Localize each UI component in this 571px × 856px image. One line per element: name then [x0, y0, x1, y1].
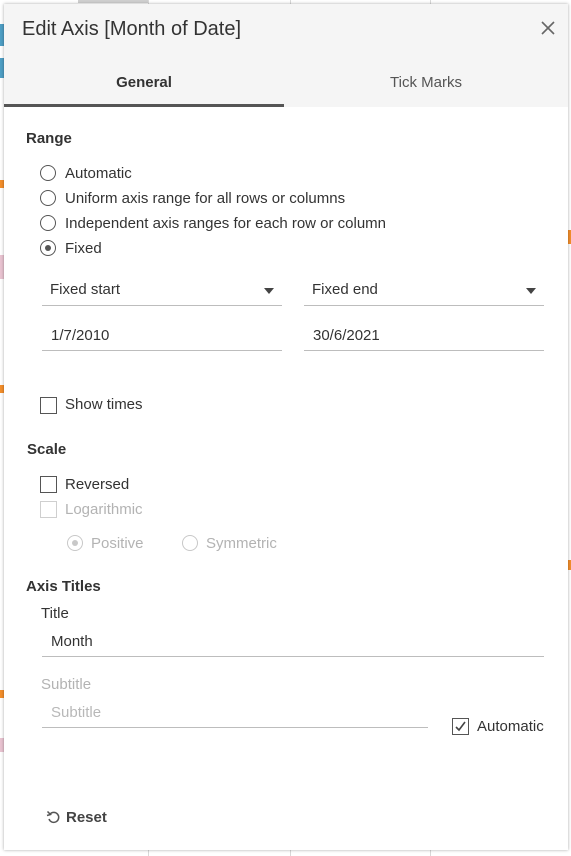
- fixed-start-select[interactable]: Fixed start: [42, 277, 282, 306]
- radio-automatic-label: Automatic: [65, 165, 132, 182]
- fixed-end-select[interactable]: Fixed end: [304, 277, 544, 306]
- fixed-start-input-value: 1/7/2010: [51, 327, 110, 344]
- chevron-down-icon: [526, 288, 536, 294]
- edit-axis-dialog: Edit Axis [Month of Date] General Tick M…: [4, 4, 568, 850]
- radio-symmetric-label: Symmetric: [206, 535, 277, 552]
- tab-tick-marks[interactable]: Tick Marks: [284, 72, 568, 106]
- reset-button[interactable]: Reset: [46, 809, 107, 826]
- fixed-end-select-value: Fixed end: [312, 281, 378, 298]
- reset-button-label: Reset: [66, 809, 107, 826]
- tab-tick-marks-label: Tick Marks: [390, 74, 462, 91]
- logarithmic-label: Logarithmic: [65, 501, 143, 518]
- subtitle-automatic-label: Automatic: [477, 718, 544, 735]
- subtitle-field-label: Subtitle: [41, 676, 92, 693]
- logarithmic-checkbox[interactable]: [40, 501, 57, 518]
- radio-positive[interactable]: [67, 535, 83, 551]
- radio-uniform-range-label: Uniform axis range for all rows or colum…: [65, 190, 346, 207]
- scale-section-title: Scale: [27, 441, 67, 458]
- tab-general-label: General: [116, 74, 172, 91]
- radio-symmetric[interactable]: [182, 535, 198, 551]
- fixed-end-input[interactable]: 30/6/2021: [304, 322, 544, 351]
- fixed-end-input-value: 30/6/2021: [313, 327, 380, 344]
- axis-subtitle-placeholder: Subtitle: [51, 704, 102, 721]
- axis-titles-section-title: Axis Titles: [26, 578, 101, 595]
- radio-positive-label: Positive: [91, 535, 144, 552]
- axis-title-input[interactable]: Month: [42, 628, 544, 657]
- fixed-start-select-value: Fixed start: [50, 281, 121, 298]
- reversed-label: Reversed: [65, 476, 130, 493]
- radio-independent-range[interactable]: [40, 215, 56, 231]
- axis-title-input-value: Month: [51, 633, 93, 650]
- radio-fixed-label: Fixed: [65, 240, 102, 257]
- undo-icon: [46, 810, 60, 824]
- range-section-title: Range: [26, 130, 72, 147]
- radio-independent-range-label: Independent axis ranges for each row or …: [65, 215, 387, 232]
- dialog-header: Edit Axis [Month of Date] General Tick M…: [4, 4, 568, 107]
- radio-uniform-range[interactable]: [40, 190, 56, 206]
- close-icon[interactable]: [540, 20, 556, 36]
- background-bar: [78, 0, 148, 3]
- radio-automatic[interactable]: [40, 165, 56, 181]
- subtitle-automatic-checkbox[interactable]: [452, 718, 469, 735]
- title-field-label: Title: [41, 605, 69, 622]
- axis-subtitle-input[interactable]: Subtitle: [42, 699, 428, 728]
- tab-general[interactable]: General: [4, 72, 284, 107]
- dialog-title: Edit Axis [Month of Date]: [22, 18, 241, 40]
- radio-fixed[interactable]: [40, 240, 56, 256]
- checkmark-icon: [455, 721, 466, 732]
- show-times-checkbox[interactable]: [40, 397, 57, 414]
- reversed-checkbox[interactable]: [40, 476, 57, 493]
- chevron-down-icon: [264, 288, 274, 294]
- fixed-start-input[interactable]: 1/7/2010: [42, 322, 282, 351]
- show-times-label: Show times: [65, 396, 143, 413]
